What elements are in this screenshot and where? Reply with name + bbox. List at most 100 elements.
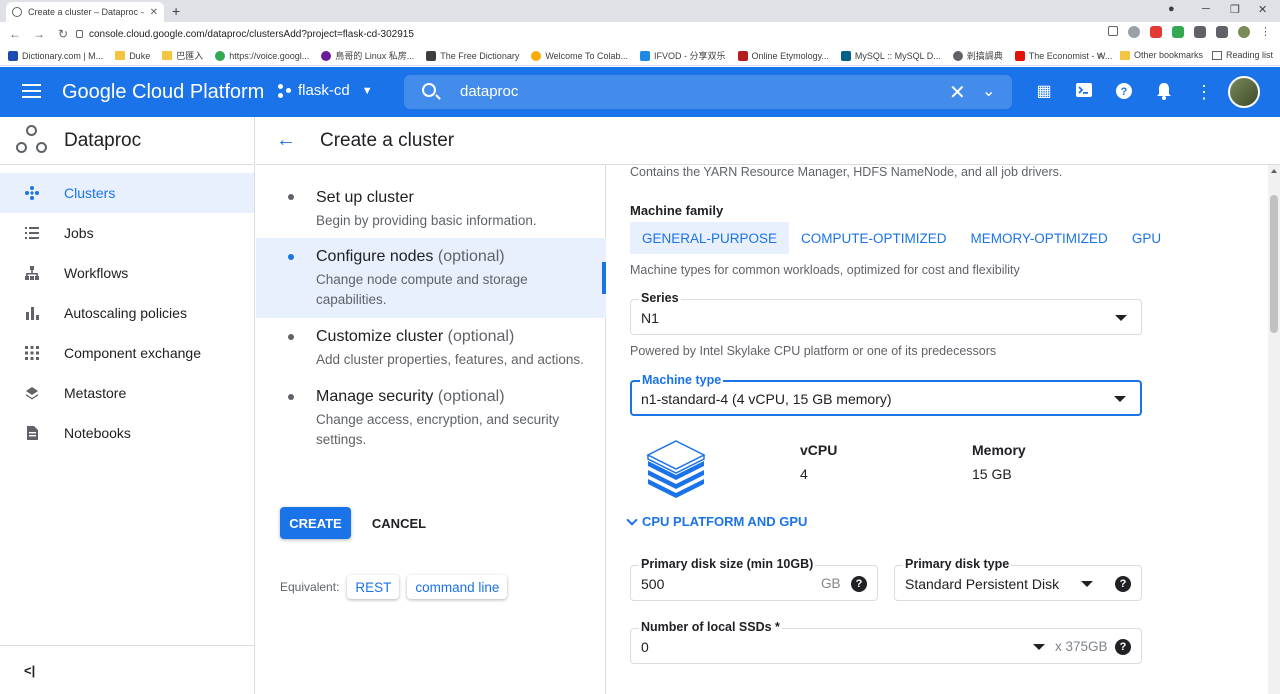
url-text: console.cloud.google.com/dataproc/cluste… bbox=[89, 28, 414, 40]
divider bbox=[0, 645, 255, 646]
sidebar-item-metastore[interactable]: Metastore bbox=[0, 373, 254, 413]
step-manage-security[interactable]: Manage security (optional) Change access… bbox=[256, 378, 606, 458]
bookmark-item[interactable]: IFVOD - 分享双乐 bbox=[640, 49, 726, 62]
tab-close-icon[interactable]: ✕ bbox=[150, 7, 158, 18]
minimize-icon[interactable]: ─ bbox=[1202, 3, 1210, 15]
forward-icon[interactable]: → bbox=[32, 27, 46, 41]
bookmark-item[interactable]: 剎搞調典 bbox=[952, 49, 1003, 62]
help-circle-icon[interactable]: ? bbox=[851, 576, 867, 592]
step-title: Manage security (optional) bbox=[316, 388, 505, 405]
command-line-button[interactable]: command line bbox=[407, 575, 507, 599]
kebab-menu-icon[interactable]: ⋮ bbox=[1260, 26, 1272, 38]
ssd-unit: x 375GB bbox=[1055, 639, 1108, 654]
brand-title[interactable]: Google Cloud Platform bbox=[62, 81, 264, 104]
other-bookmarks[interactable]: Other bookmarks bbox=[1120, 50, 1203, 60]
metastore-icon bbox=[26, 387, 38, 400]
sidebar-item-component-exchange[interactable]: Component exchange bbox=[0, 333, 254, 373]
clear-search-icon[interactable]: ✕ bbox=[949, 80, 966, 105]
notifications-bell-icon[interactable] bbox=[1154, 82, 1174, 102]
extension-icon[interactable] bbox=[1150, 26, 1162, 38]
product-header: Dataproc bbox=[0, 117, 254, 165]
memory-label: Memory bbox=[972, 442, 1026, 458]
bookmark-item[interactable]: The Free Dictionary bbox=[426, 50, 519, 61]
step-set-up-cluster[interactable]: Set up cluster Begin by providing basic … bbox=[256, 165, 606, 237]
machine-family-description: Machine types for common workloads, opti… bbox=[630, 263, 1020, 277]
help-circle-icon[interactable]: ? bbox=[1115, 639, 1131, 655]
collapse-nav-button[interactable]: <| bbox=[24, 663, 35, 678]
cloud-shell-icon[interactable] bbox=[1074, 82, 1094, 102]
step-customize-cluster[interactable]: Customize cluster (optional) Add cluster… bbox=[256, 318, 606, 378]
sidebar-item-autoscaling-policies[interactable]: Autoscaling policies bbox=[0, 293, 254, 333]
form-scrollbar[interactable] bbox=[1268, 165, 1280, 694]
local-ssds-select[interactable]: Number of local SSDs * 0 x 375GB ? bbox=[630, 620, 1142, 664]
scroll-up-icon[interactable] bbox=[1271, 169, 1277, 173]
machine-stack-icon bbox=[646, 440, 706, 498]
bookmark-icon bbox=[737, 50, 748, 61]
puzzle-icon[interactable] bbox=[1194, 26, 1206, 38]
dataproc-logo-icon bbox=[16, 124, 48, 157]
search-input[interactable]: dataproc ✕ ⌄ bbox=[404, 75, 1012, 109]
create-button[interactable]: CREATE bbox=[280, 507, 351, 539]
series-select[interactable]: Series N1 bbox=[630, 291, 1142, 335]
scrollbar-thumb[interactable] bbox=[1270, 195, 1278, 333]
menu-icon[interactable] bbox=[22, 84, 41, 98]
playlist-icon[interactable] bbox=[1216, 26, 1228, 38]
back-icon[interactable]: ← bbox=[8, 27, 22, 41]
cpu-platform-label: CPU PLATFORM AND GPU bbox=[642, 514, 808, 529]
star-icon[interactable] bbox=[1108, 26, 1118, 36]
tab-gpu[interactable]: GPU bbox=[1120, 222, 1173, 254]
machine-type-select[interactable]: Machine type n1-standard-4 (4 vCPU, 15 G… bbox=[630, 373, 1142, 416]
tab-memory-optimized[interactable]: MEMORY-OPTIMIZED bbox=[959, 222, 1120, 254]
chevron-down-icon[interactable]: ⌄ bbox=[982, 81, 995, 101]
extension-icon[interactable] bbox=[1128, 26, 1140, 38]
extension-icons: ⋮ bbox=[1108, 26, 1272, 38]
restore-icon[interactable]: ❐ bbox=[1230, 3, 1240, 16]
bookmark-item[interactable]: MySQL :: MySQL D... bbox=[840, 50, 941, 61]
cpu-platform-gpu-toggle[interactable]: CPU PLATFORM AND GPU bbox=[626, 513, 808, 529]
help-icon[interactable]: ? bbox=[1114, 82, 1134, 102]
sidebar-item-notebooks[interactable]: Notebooks bbox=[0, 413, 254, 453]
reload-icon[interactable]: ↻ bbox=[56, 27, 70, 41]
vcpu-label: vCPU bbox=[800, 442, 838, 458]
sidebar-item-label: Workflows bbox=[64, 265, 129, 281]
new-tab-button[interactable]: + bbox=[172, 3, 180, 19]
equivalent-label: Equivalent: bbox=[280, 580, 340, 594]
disk-type-label: Primary disk type bbox=[903, 557, 1012, 571]
project-selector[interactable]: flask-cd ▼ bbox=[278, 82, 373, 99]
extension-icon[interactable] bbox=[1172, 26, 1184, 38]
profile-menu-icon[interactable]: ● bbox=[1168, 3, 1175, 15]
disk-size-unit: GB bbox=[821, 576, 841, 591]
gift-icon[interactable]: ▦ bbox=[1034, 82, 1054, 102]
address-bar-row: ← → ↻ console.cloud.google.com/dataproc/… bbox=[0, 22, 1280, 46]
bookmark-item[interactable]: 鳥哥的 Linux 私房... bbox=[321, 49, 414, 62]
equivalent-row: Equivalent: REST command line bbox=[280, 575, 507, 599]
ssd-label: Number of local SSDs * bbox=[639, 620, 782, 634]
sidebar-item-workflows[interactable]: Workflows bbox=[0, 253, 254, 293]
sidebar-item-clusters[interactable]: Clusters bbox=[0, 173, 254, 213]
url-field[interactable]: console.cloud.google.com/dataproc/cluste… bbox=[76, 25, 1144, 43]
back-arrow-icon[interactable]: ← bbox=[276, 129, 296, 152]
sidebar-item-jobs[interactable]: Jobs bbox=[0, 213, 254, 253]
page-title: Create a cluster bbox=[320, 129, 455, 151]
bookmark-item[interactable]: Dictionary.com | M... bbox=[8, 50, 103, 61]
more-bookmarks-button[interactable]: » bbox=[1098, 50, 1103, 60]
primary-disk-type-select[interactable]: Primary disk type Standard Persistent Di… bbox=[894, 557, 1142, 601]
tab-compute-optimized[interactable]: COMPUTE-OPTIMIZED bbox=[789, 222, 959, 254]
close-window-icon[interactable]: ✕ bbox=[1258, 3, 1267, 16]
avatar[interactable] bbox=[1228, 76, 1260, 108]
bookmark-item[interactable]: Welcome To Colab... bbox=[531, 50, 628, 61]
reading-list[interactable]: Reading list bbox=[1212, 50, 1273, 60]
help-circle-icon[interactable]: ? bbox=[1115, 576, 1131, 592]
more-vert-icon[interactable]: ⋮ bbox=[1194, 82, 1214, 102]
primary-disk-size-field[interactable]: Primary disk size (min 10GB) 500 GB ? bbox=[630, 557, 878, 601]
bookmark-item[interactable]: Online Etymology... bbox=[737, 50, 829, 61]
cancel-button[interactable]: CANCEL bbox=[363, 507, 435, 539]
step-configure-nodes[interactable]: Configure nodes (optional) Change node c… bbox=[256, 238, 606, 318]
bookmark-item[interactable]: 巴匯入 bbox=[162, 49, 203, 62]
browser-tab[interactable]: Create a cluster – Dataproc – flas ✕ bbox=[6, 2, 164, 22]
profile-avatar-icon[interactable] bbox=[1238, 26, 1250, 38]
bookmark-item[interactable]: Duke bbox=[115, 51, 150, 61]
tab-general-purpose[interactable]: GENERAL-PURPOSE bbox=[630, 222, 790, 254]
bookmark-item[interactable]: https://voice.googl... bbox=[215, 50, 309, 61]
rest-button[interactable]: REST bbox=[347, 575, 399, 599]
